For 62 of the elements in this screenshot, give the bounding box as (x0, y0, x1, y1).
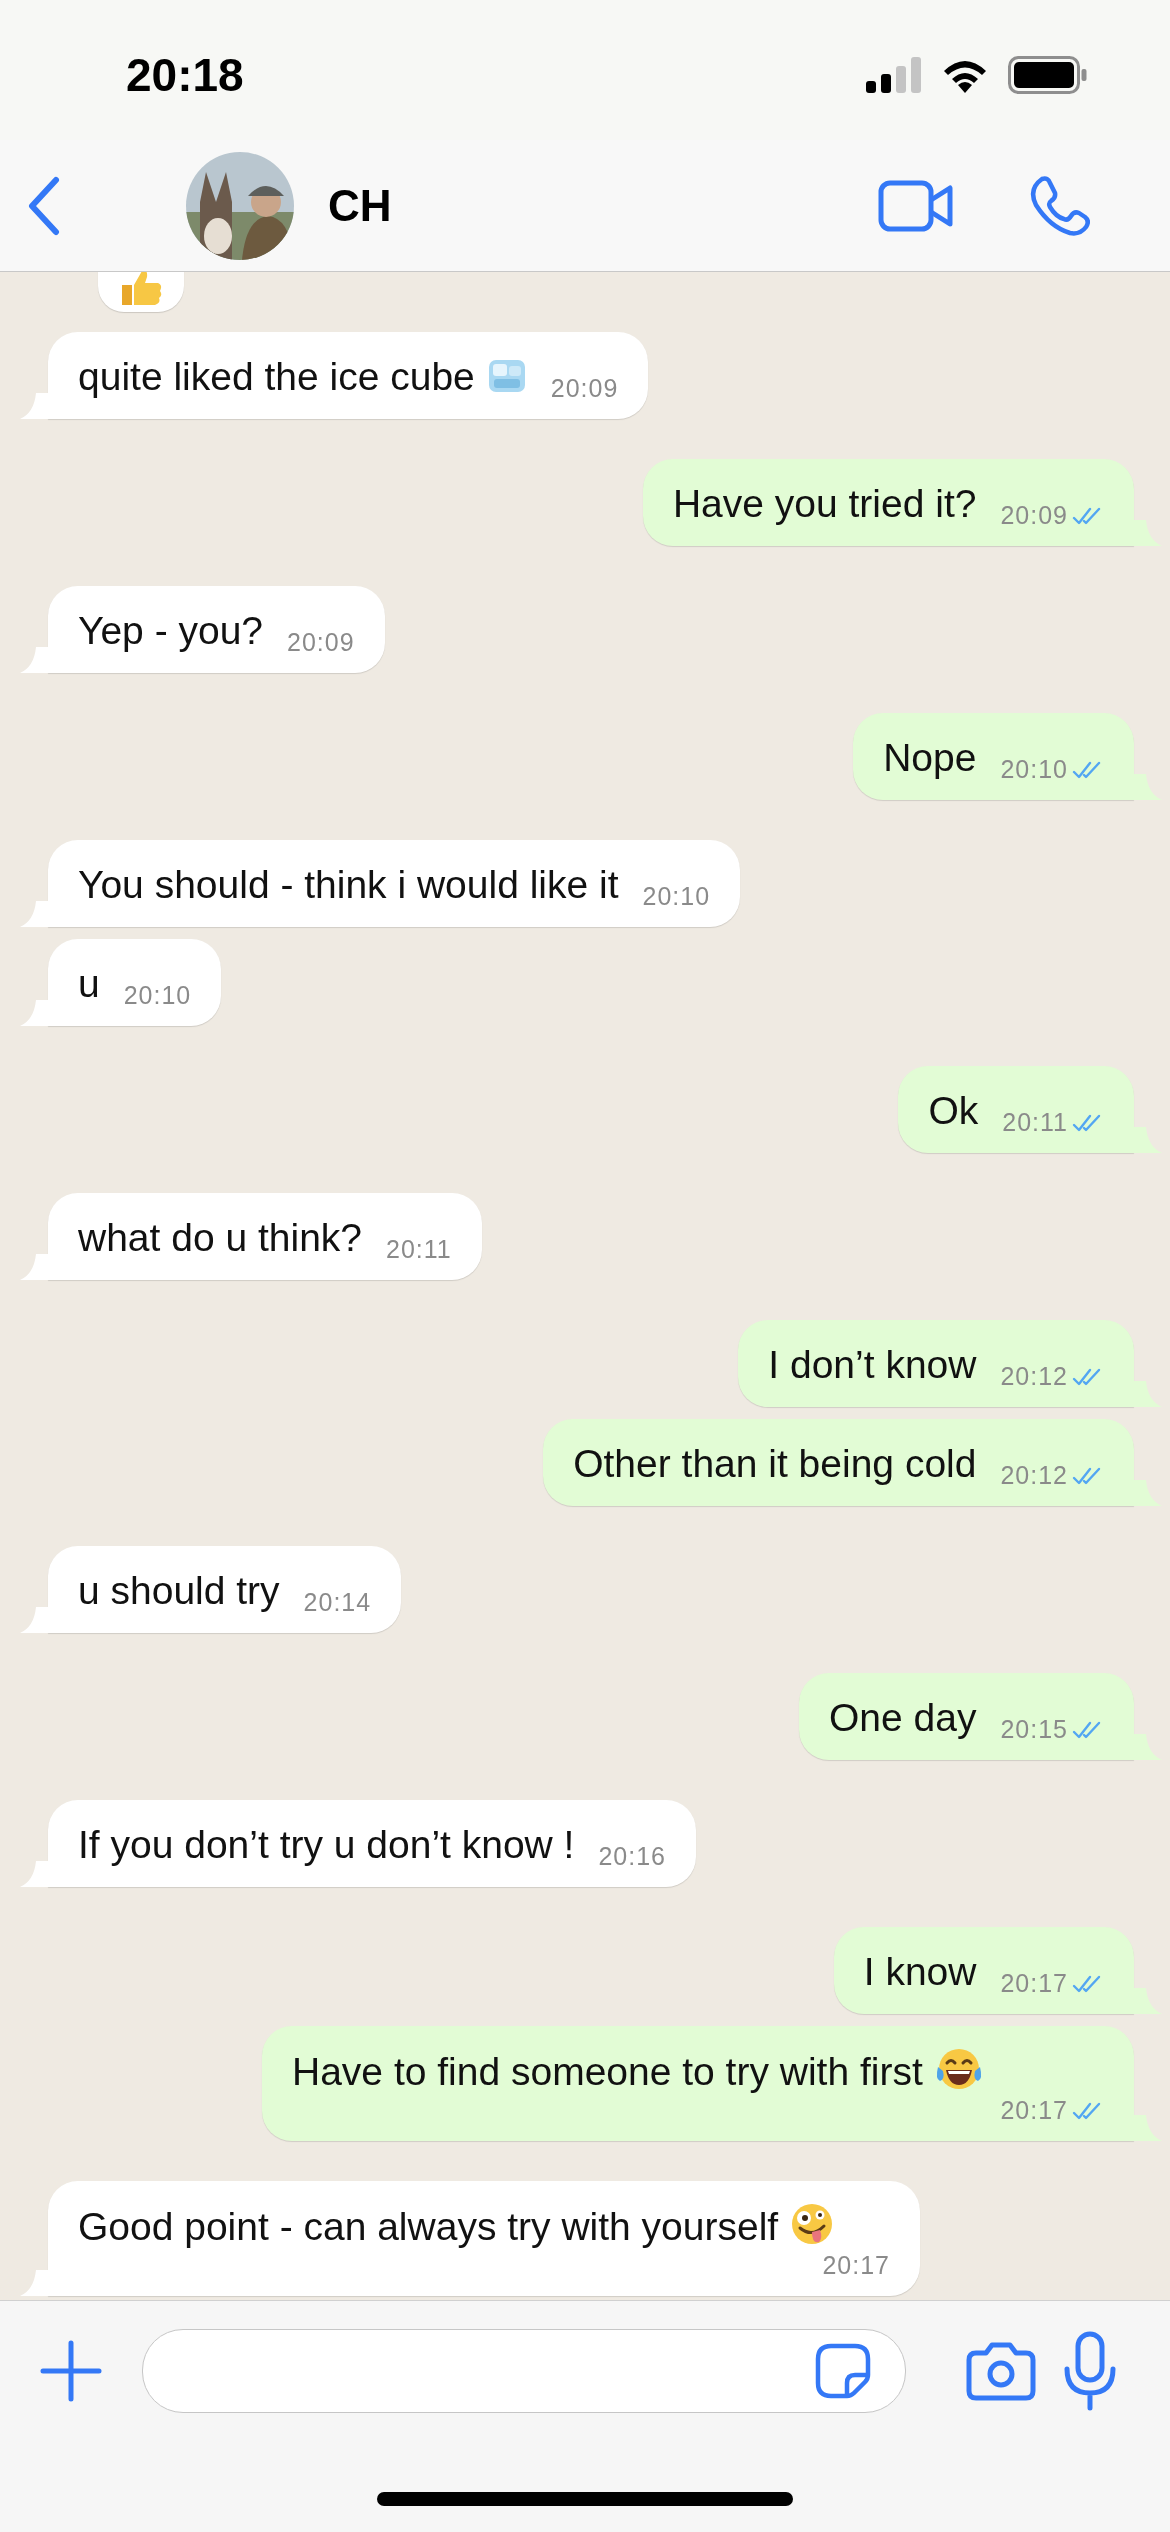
bubble-tail (1132, 1127, 1162, 1153)
message-time: 20:17 (1000, 1969, 1068, 1998)
message-text: Have you tried it? (672, 481, 977, 527)
bubble-tail (1132, 1480, 1162, 1506)
message-text: what do u think? (78, 1215, 363, 1261)
message-text: u should try (78, 1568, 280, 1614)
message-text: Ok (928, 1088, 979, 1134)
message-time: 20:12 (1000, 1461, 1068, 1490)
bubble-tail (1132, 774, 1162, 800)
camera-icon[interactable] (966, 2340, 1036, 2401)
bubble-tail (20, 1607, 50, 1633)
battery-icon (1008, 56, 1088, 94)
microphone-icon[interactable] (1062, 2330, 1118, 2411)
message-time: 20:09 (1000, 501, 1068, 530)
bubble-tail (1132, 1734, 1162, 1760)
bubble-tail (20, 1254, 50, 1280)
message-text: Have to find someone to try with first (292, 2047, 983, 2096)
message-text: Yep - you? (78, 608, 264, 654)
signal-icon (866, 57, 922, 93)
bubble-tail (20, 647, 50, 673)
bubble-tail (1132, 2115, 1162, 2141)
message-time: 20:09 (550, 374, 619, 403)
laughing-face-icon (934, 2047, 983, 2091)
message-text: You should - think i would like it (78, 862, 619, 908)
phone-icon[interactable] (1028, 174, 1090, 237)
message-time: 20:09 (287, 628, 355, 657)
message-time: 20:16 (598, 1842, 666, 1871)
status-time: 20:18 (126, 48, 244, 102)
message-time: 20:10 (123, 981, 192, 1010)
bubble-tail (20, 2270, 50, 2296)
bubble-tail (20, 901, 50, 927)
message-text: If you don’t try u don’t know ! (78, 1822, 575, 1868)
sticker-icon[interactable] (815, 2342, 871, 2399)
message-time: 20:10 (642, 882, 711, 911)
message-time: 20:17 (822, 2251, 890, 2280)
zany-face-icon (790, 2202, 835, 2246)
message-text: quite liked the ice cube (78, 353, 527, 401)
message-text: Good point - can always try with yourself (78, 2202, 835, 2251)
message-text: u (78, 961, 100, 1007)
message-time: 20:15 (1000, 1715, 1068, 1744)
add-icon[interactable] (40, 2339, 102, 2402)
bubble-tail (1132, 1988, 1162, 2014)
message-text: Nope (883, 735, 977, 781)
back-icon[interactable] (26, 175, 62, 236)
message-text: I know (863, 1949, 977, 1995)
message-time: 20:14 (303, 1588, 372, 1617)
bubble-tail (20, 1000, 50, 1026)
message-text: I don’t know (768, 1342, 977, 1388)
contact-name[interactable]: CH (328, 180, 392, 231)
bubble-tail (1132, 1381, 1162, 1407)
reaction-badge[interactable] (98, 272, 184, 312)
message-time: 20:11 (1002, 1108, 1068, 1137)
message-text: One day (829, 1695, 977, 1741)
message-time: 20:11 (386, 1235, 452, 1264)
video-call-icon[interactable] (878, 179, 954, 232)
bubble-tail (1132, 520, 1162, 546)
message-time: 20:10 (1000, 755, 1068, 784)
message-time: 20:17 (1000, 2096, 1068, 2125)
message-time: 20:12 (1000, 1362, 1068, 1391)
bubble-tail (20, 393, 50, 419)
bubble-tail (20, 1861, 50, 1887)
message-text: Other than it being cold (573, 1441, 977, 1487)
